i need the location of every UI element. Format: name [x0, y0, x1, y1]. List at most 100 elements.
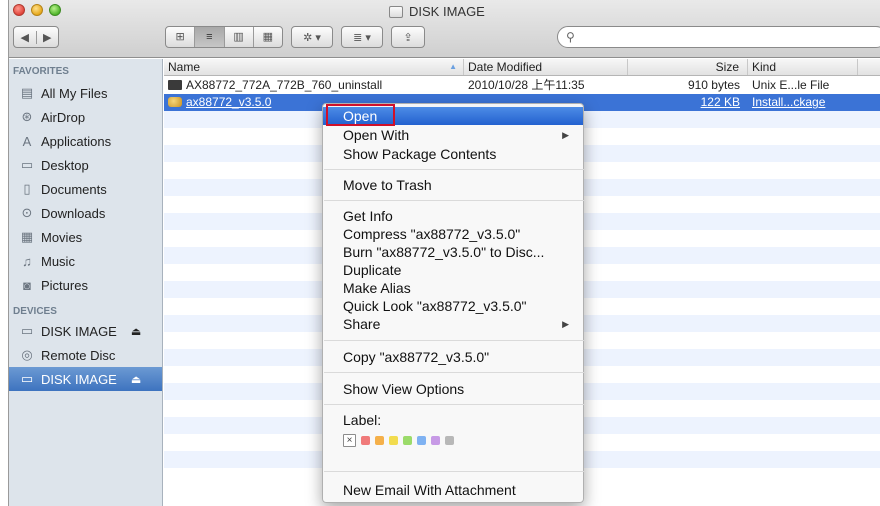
menu-item-make-alias[interactable]: Make Alias: [323, 279, 583, 297]
label-blue-swatch[interactable]: [417, 436, 426, 445]
documents-icon: ▯: [23, 181, 31, 196]
share-button[interactable]: ⇪: [391, 26, 425, 48]
column-header-label: Name: [168, 60, 201, 74]
sidebar-item-label: Downloads: [41, 205, 106, 221]
sidebar-item-label: Pictures: [41, 277, 88, 293]
close-window-button[interactable]: [13, 4, 25, 16]
all-files-icon: ▤: [20, 85, 34, 100]
label-none-swatch[interactable]: ×: [343, 434, 356, 447]
eject-icon[interactable]: ⏏: [131, 373, 141, 386]
label-green-swatch[interactable]: [403, 436, 412, 445]
downloads-icon: ⊙: [21, 205, 33, 220]
file-row[interactable]: AX88772_772A_772B_760_uninstall 2010/10/…: [164, 77, 880, 94]
context-menu: Open Open With ▶ Show Package Contents M…: [322, 103, 584, 503]
file-name-cell: AX88772_772A_772B_760_uninstall: [164, 77, 464, 94]
sidebar: FAVORITES ▤ All My Files ⊛ AirDrop A App…: [9, 59, 163, 506]
submenu-arrow-icon: ▶: [562, 319, 569, 329]
menu-item-get-info[interactable]: Get Info: [323, 207, 583, 225]
executable-icon: [168, 80, 182, 90]
menu-item-share[interactable]: Share ▶: [323, 315, 583, 333]
file-size: 910 bytes: [687, 78, 740, 92]
column-header-date-modified[interactable]: Date Modified: [464, 59, 628, 75]
view-mode-buttons: ⊞ ≡ ▥ ▦: [165, 26, 283, 48]
column-view-button[interactable]: ▥: [223, 27, 253, 47]
menu-item-show-view-options[interactable]: Show View Options: [323, 380, 583, 398]
sidebar-item-disk-image-selected[interactable]: ▭ DISK IMAGE ⏏: [9, 367, 162, 391]
title-bar: DISK IMAGE ◀ ▶ ⊞ ≡ ▥ ▦ ✲ ▾ ≣ ▾ ⇪ ⚲: [9, 0, 880, 58]
back-forward-buttons: ◀ ▶: [13, 26, 59, 48]
label-title: Label:: [343, 412, 382, 428]
sidebar-item-downloads[interactable]: ⊙ Downloads: [9, 201, 162, 225]
applications-icon: A: [22, 133, 32, 149]
sidebar-item-label: Remote Disc: [41, 347, 116, 363]
menu-separator: [324, 200, 584, 201]
back-button[interactable]: ◀: [14, 31, 36, 44]
sidebar-item-pictures[interactable]: ◙ Pictures: [9, 273, 162, 297]
search-field[interactable]: ⚲: [557, 26, 880, 48]
sidebar-item-remote-disc[interactable]: ◎ Remote Disc: [9, 343, 162, 367]
label-red-swatch[interactable]: [361, 436, 370, 445]
minimize-window-button[interactable]: [31, 4, 43, 16]
action-menu-button[interactable]: ✲ ▾: [291, 26, 333, 48]
sidebar-item-label: Applications: [41, 133, 112, 149]
forward-button[interactable]: ▶: [35, 30, 59, 44]
column-header-kind[interactable]: Kind: [748, 59, 858, 75]
sidebar-item-label: DISK IMAGE: [41, 323, 117, 339]
label-gray-swatch[interactable]: [445, 436, 454, 445]
menu-item-burn[interactable]: Burn "ax88772_v3.5.0" to Disc...: [323, 243, 583, 261]
menu-item-open-with[interactable]: Open With ▶: [323, 126, 583, 144]
column-header-row: Name ▲ Date Modified Size Kind: [164, 59, 880, 76]
menu-item-show-package-contents[interactable]: Show Package Contents: [323, 145, 583, 163]
menu-separator: [324, 471, 584, 472]
menu-item-quick-look[interactable]: Quick Look "ax88772_v3.5.0": [323, 297, 583, 315]
disk-image-icon: [389, 5, 403, 18]
menu-item-new-email-with-attachment[interactable]: New Email With Attachment: [323, 481, 583, 499]
menu-separator: [324, 169, 584, 170]
file-date: 2010/10/28 上午11:35: [468, 78, 585, 92]
music-icon: ♫: [22, 253, 32, 269]
icon-view-button[interactable]: ⊞: [166, 27, 194, 47]
sidebar-item-documents[interactable]: ▯ Documents: [9, 177, 162, 201]
window-title-text: DISK IMAGE: [409, 4, 485, 19]
menu-item-copy[interactable]: Copy "ax88772_v3.5.0": [323, 348, 583, 366]
sidebar-item-label: Music: [41, 253, 75, 269]
sidebar-item-disk-image[interactable]: ▭ DISK IMAGE ⏏: [9, 319, 162, 343]
sidebar-item-music[interactable]: ♫ Music: [9, 249, 162, 273]
sidebar-item-label: Desktop: [41, 157, 89, 173]
label-yellow-swatch[interactable]: [389, 436, 398, 445]
menu-item-duplicate[interactable]: Duplicate: [323, 261, 583, 279]
search-icon: ⚲: [566, 30, 575, 44]
sidebar-item-movies[interactable]: ▦ Movies: [9, 225, 162, 249]
label-purple-swatch[interactable]: [431, 436, 440, 445]
menu-separator: [324, 340, 584, 341]
column-header-size[interactable]: Size: [628, 59, 748, 75]
eject-icon[interactable]: ⏏: [131, 325, 141, 338]
arrange-menu-button[interactable]: ≣ ▾: [341, 26, 383, 48]
list-view-button[interactable]: ≡: [194, 27, 224, 47]
menu-separator: [324, 372, 584, 373]
zoom-window-button[interactable]: [49, 4, 61, 16]
airdrop-icon: ⊛: [21, 109, 33, 124]
sort-ascending-icon: ▲: [449, 62, 457, 71]
sidebar-item-label: AirDrop: [41, 109, 86, 125]
menu-item-compress[interactable]: Compress "ax88772_v3.5.0": [323, 225, 583, 243]
menu-item-move-to-trash[interactable]: Move to Trash: [323, 176, 583, 194]
desktop-icon: ▭: [20, 157, 34, 172]
sidebar-item-airdrop[interactable]: ⊛ AirDrop: [9, 105, 162, 129]
menu-separator: [324, 404, 584, 405]
cover-flow-button[interactable]: ▦: [252, 27, 282, 47]
window-title: DISK IMAGE: [389, 4, 485, 19]
favorites-header: FAVORITES: [13, 66, 69, 77]
label-orange-swatch[interactable]: [375, 436, 384, 445]
sidebar-item-label: Movies: [41, 229, 83, 245]
sidebar-item-desktop[interactable]: ▭ Desktop: [9, 153, 162, 177]
column-header-name[interactable]: Name ▲: [164, 59, 464, 75]
label-swatches: ×: [343, 434, 454, 447]
sidebar-item-applications[interactable]: A Applications: [9, 129, 162, 153]
sidebar-item-all-my-files[interactable]: ▤ All My Files: [9, 81, 162, 105]
sidebar-item-label: DISK IMAGE: [41, 371, 117, 387]
submenu-arrow-icon: ▶: [562, 130, 569, 140]
disk-icon: ▭: [20, 371, 34, 386]
sidebar-item-label: Documents: [41, 181, 107, 197]
package-icon: [168, 97, 182, 107]
